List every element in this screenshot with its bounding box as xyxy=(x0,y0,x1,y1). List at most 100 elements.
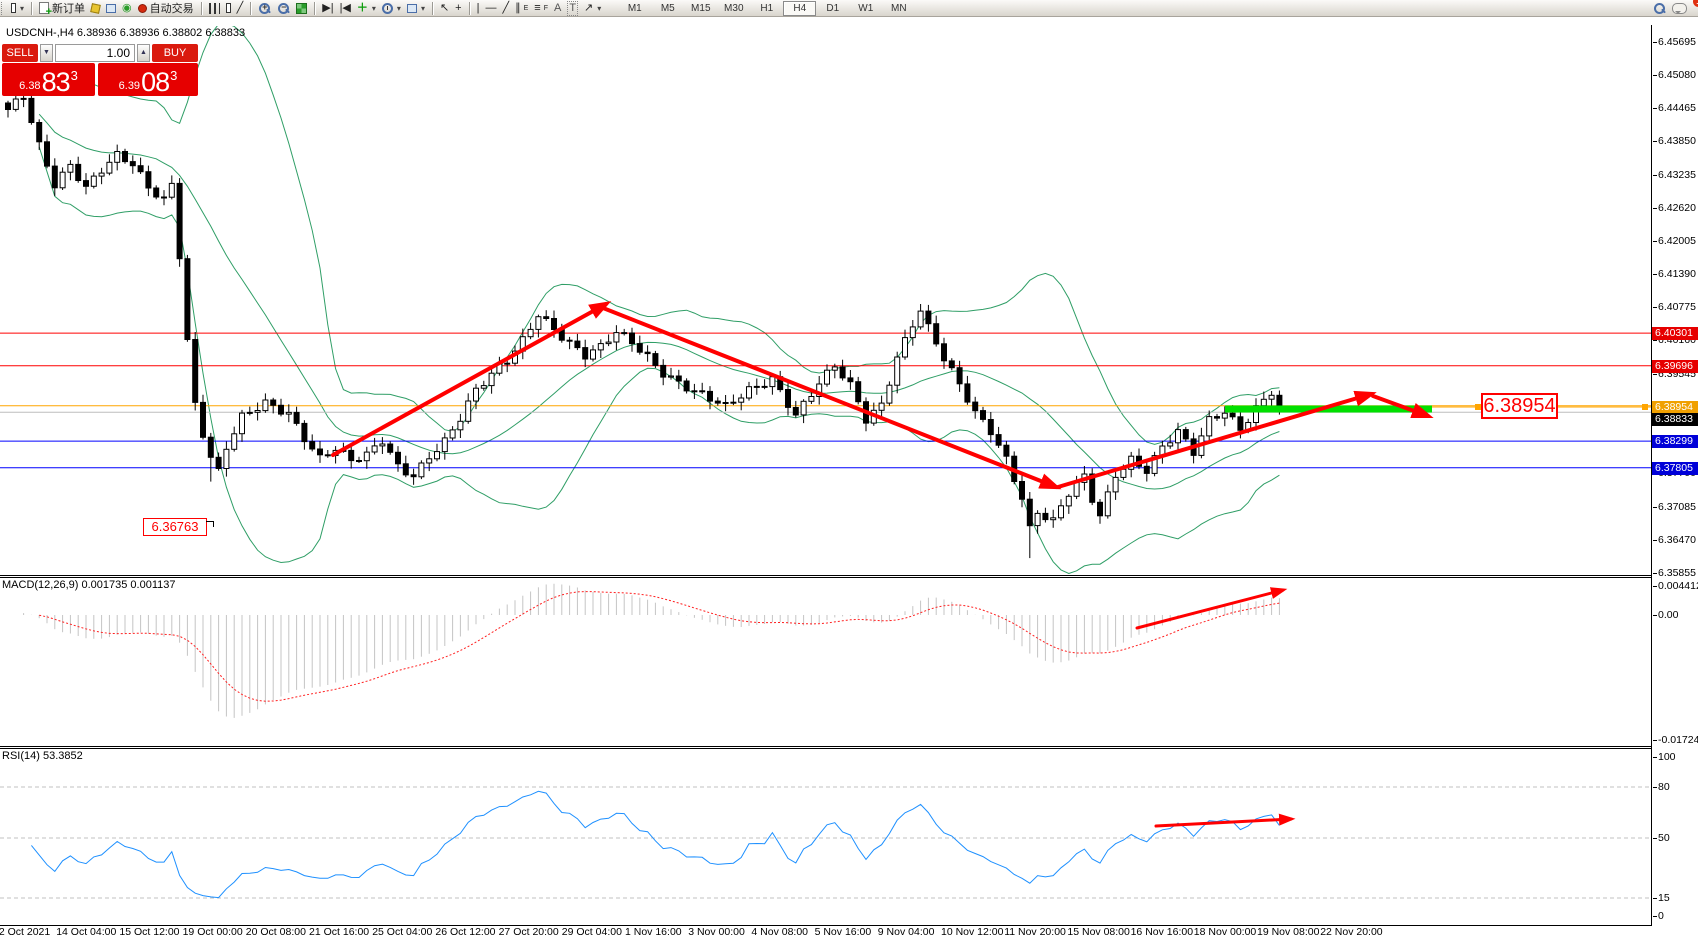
chart-header: USDCNH-,H4 6.38936 6.38936 6.38802 6.388… xyxy=(6,27,245,39)
highlight-tool-button[interactable] xyxy=(88,1,103,16)
market-watch-icon xyxy=(106,4,116,13)
level-annotation[interactable]: 6.38954 xyxy=(1481,393,1558,419)
axis-tick-label: 50 xyxy=(1653,832,1670,844)
period-button[interactable]: ▾ xyxy=(379,1,404,16)
bid-price-button[interactable]: 6.38 83 3 xyxy=(2,63,95,96)
new-order-label: 新订单 xyxy=(52,0,85,16)
candlestick-chart-button[interactable] xyxy=(223,1,234,16)
text-button[interactable]: A xyxy=(551,1,564,16)
text-label-button[interactable]: T xyxy=(564,1,581,16)
date-tick-label: 12 Oct 2021 xyxy=(0,926,50,938)
timeframe-button-d1[interactable]: D1 xyxy=(816,1,849,16)
zoom-in-button[interactable]: + xyxy=(255,1,274,16)
vertical-line-button[interactable]: | xyxy=(474,1,483,16)
pane-separator[interactable] xyxy=(0,575,1698,576)
channel-tag: E xyxy=(524,5,529,12)
horizontal-line-button[interactable]: — xyxy=(482,1,499,16)
timeframe-button-h4[interactable]: H4 xyxy=(783,1,816,16)
clock-icon xyxy=(382,3,393,14)
date-tick-label: 10 Nov 12:00 xyxy=(941,926,1003,938)
pane-separator xyxy=(0,748,1698,749)
sell-button[interactable]: SELL xyxy=(2,44,38,62)
swing-low-annotation[interactable]: 6.36763 xyxy=(143,518,207,536)
signals-button[interactable]: ◉ xyxy=(119,1,135,16)
mt4-window: ▾ 新订单 ◉ 自动交易 ╱ + − ▶| |◀ ＋▾ ▾ ▾ ↖ + | — … xyxy=(0,0,1698,939)
auto-scroll-button[interactable]: ▶| xyxy=(319,1,336,16)
auto-trading-label: 自动交易 xyxy=(150,0,194,16)
chevron-down-icon: ▾ xyxy=(20,4,24,13)
date-tick-label: 9 Nov 04:00 xyxy=(878,926,935,938)
equidistant-channel-icon: ∥ xyxy=(515,2,521,15)
timeframe-button-m1[interactable]: M1 xyxy=(618,1,651,16)
arrows-button[interactable]: ↗▾ xyxy=(581,1,604,16)
fibonacci-button[interactable]: ≡F xyxy=(531,1,551,16)
tile-windows-button[interactable] xyxy=(293,1,310,16)
axis-tick-label: 0.004412 xyxy=(1653,580,1698,592)
arrows-icon: ↗ xyxy=(584,2,593,15)
date-tick-label: 25 Oct 04:00 xyxy=(372,926,432,938)
template-button[interactable]: ▾ xyxy=(404,1,428,16)
zoom-out-button[interactable]: − xyxy=(274,1,293,16)
axis-tick-label: 6.37085 xyxy=(1653,501,1696,513)
horizontal-level-lines[interactable] xyxy=(0,333,1651,468)
timeframe-button-m5[interactable]: M5 xyxy=(651,1,684,16)
volume-increase-button[interactable]: ▲ xyxy=(137,44,150,62)
bar-chart-button[interactable] xyxy=(206,1,223,16)
search-button[interactable] xyxy=(1650,1,1669,16)
add-indicator-icon: ＋ xyxy=(357,2,368,15)
date-tick-label: 29 Oct 04:00 xyxy=(562,926,622,938)
cursor-button[interactable]: ↖ xyxy=(437,1,452,16)
date-tick-label: 14 Oct 04:00 xyxy=(56,926,116,938)
price-level-chip: 6.37805 xyxy=(1652,462,1698,475)
chart-window-icon xyxy=(11,3,16,13)
date-tick-label: 18 Nov 00:00 xyxy=(1194,926,1256,938)
chart-shift-button[interactable]: |◀ xyxy=(337,1,354,16)
macd-label: MACD(12,26,9) 0.001735 0.001137 xyxy=(2,579,175,591)
market-watch-button[interactable] xyxy=(103,1,119,16)
axis-tick-label: 6.45695 xyxy=(1653,36,1696,48)
date-tick-label: 26 Oct 12:00 xyxy=(435,926,495,938)
timeframe-button-m30[interactable]: M30 xyxy=(717,1,750,16)
rsi-line xyxy=(31,791,1279,897)
axis-tick-label: 6.40775 xyxy=(1653,301,1696,313)
date-tick-label: 15 Nov 08:00 xyxy=(1067,926,1129,938)
volume-decrease-button[interactable]: ▼ xyxy=(40,44,53,62)
cursor-icon: ↖ xyxy=(440,2,449,15)
line-chart-button[interactable]: ╱ xyxy=(234,1,247,16)
crosshair-button[interactable]: + xyxy=(452,1,464,16)
price-level-chip: 6.38833 xyxy=(1652,413,1698,426)
chat-bubble-icon xyxy=(1672,3,1687,14)
timeframe-button-h1[interactable]: H1 xyxy=(750,1,783,16)
date-tick-label: 15 Oct 12:00 xyxy=(119,926,179,938)
chart-shift-icon: |◀ xyxy=(340,2,351,15)
trendline-button[interactable]: ╱ xyxy=(499,1,512,16)
axis-tick-label: 15 xyxy=(1653,892,1670,904)
volume-input[interactable]: 1.00 xyxy=(55,44,135,62)
notifications-button[interactable]: 1 xyxy=(1669,1,1698,16)
auto-trading-button[interactable]: 自动交易 xyxy=(135,1,197,16)
trendline-icon: ╱ xyxy=(502,2,509,15)
add-indicator-button[interactable]: ＋▾ xyxy=(354,1,379,16)
date-tick-label: 22 Nov 20:00 xyxy=(1320,926,1382,938)
axis-tick-label: 6.36470 xyxy=(1653,534,1696,546)
bid-price-pip: 3 xyxy=(71,68,78,83)
buy-button[interactable]: BUY xyxy=(152,44,198,62)
channel-button[interactable]: ∥E xyxy=(512,1,531,16)
rsi-label: RSI(14) 53.3852 xyxy=(2,750,83,762)
price-level-chip: 6.38299 xyxy=(1652,435,1698,448)
axis-tick-label: -0.017247 xyxy=(1653,734,1698,746)
bid-price-prefix: 6.38 xyxy=(19,80,40,92)
chart-canvas[interactable] xyxy=(0,0,1652,939)
timeframe-button-w1[interactable]: W1 xyxy=(849,1,882,16)
pane-separator[interactable] xyxy=(0,746,1698,747)
new-order-button[interactable]: 新订单 xyxy=(36,1,88,16)
timeframe-group: M1M5M15M30H1H4D1W1MN xyxy=(618,1,915,16)
macd-signal-line xyxy=(39,592,1279,702)
timeframe-button-m15[interactable]: M15 xyxy=(684,1,717,16)
chart-window-menu-button[interactable]: ▾ xyxy=(8,1,27,16)
timeframe-button-mn[interactable]: MN xyxy=(882,1,915,16)
date-tick-label: 1 Nov 16:00 xyxy=(625,926,682,938)
date-tick-label: 5 Nov 16:00 xyxy=(815,926,872,938)
ask-price-button[interactable]: 6.39 08 3 xyxy=(98,63,198,96)
date-tick-label: 20 Oct 08:00 xyxy=(246,926,306,938)
